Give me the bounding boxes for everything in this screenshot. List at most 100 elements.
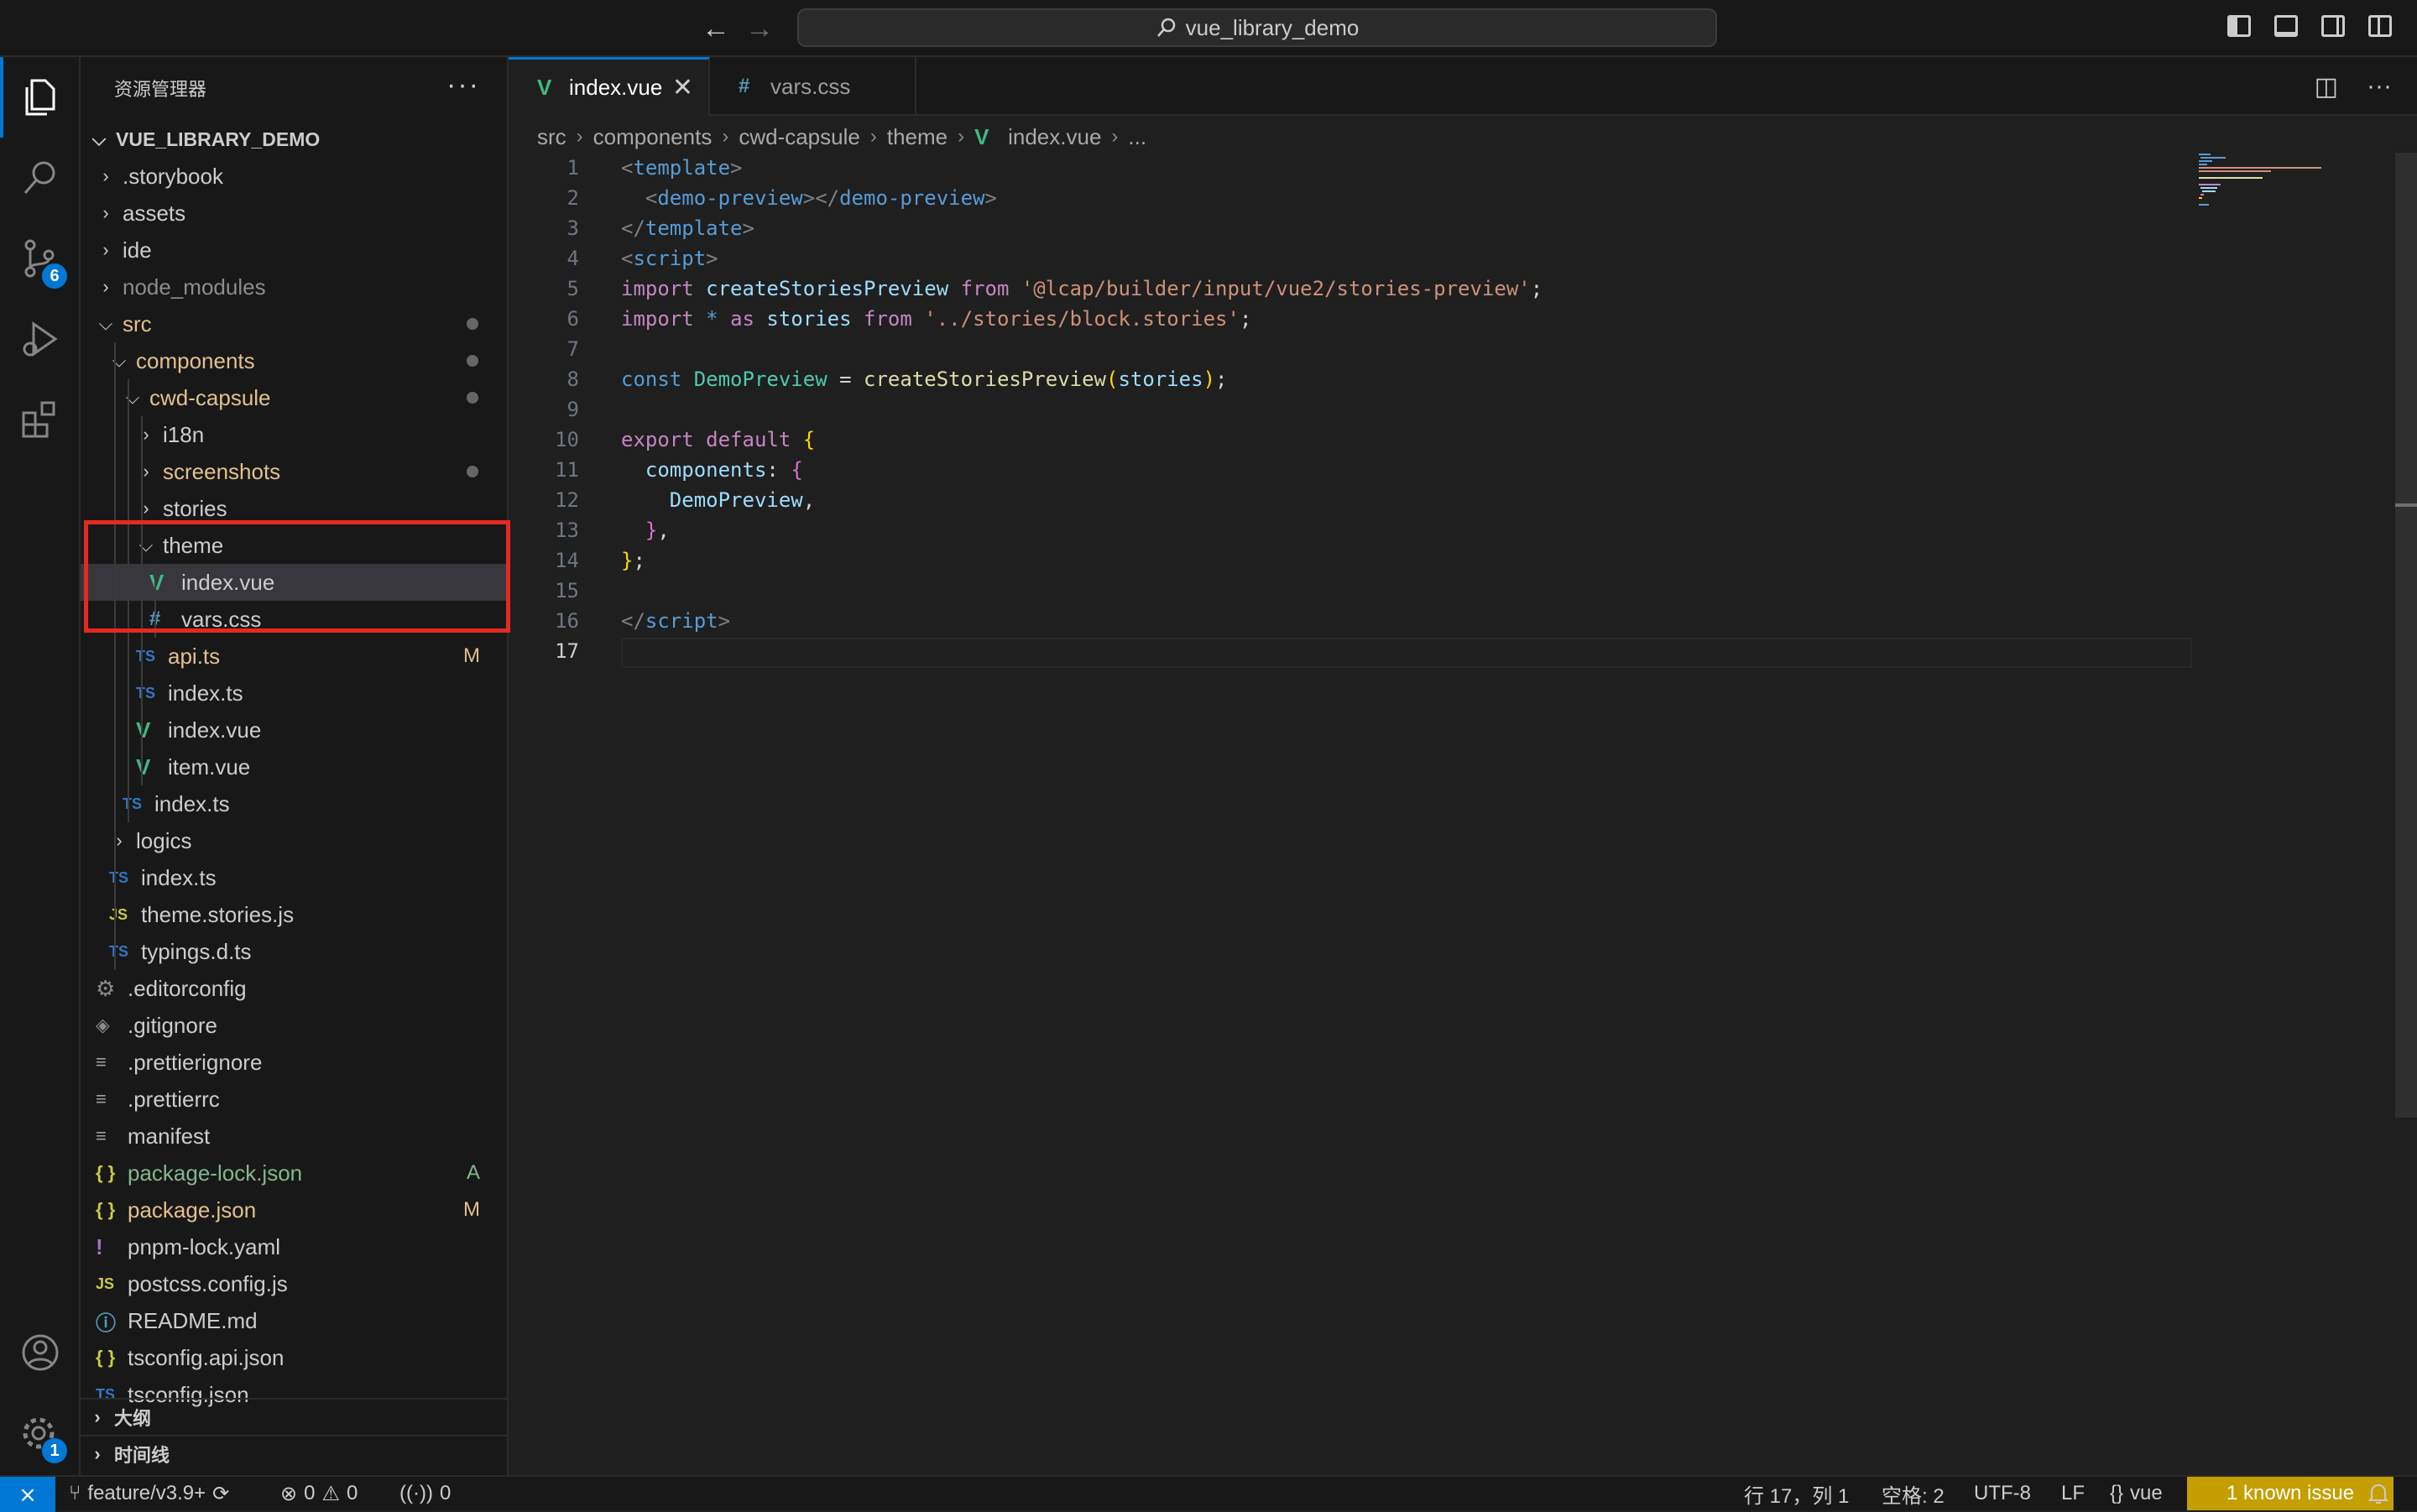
breadcrumb-item[interactable]: src [537,124,566,150]
indent-guide [141,638,143,675]
known-issue-indicator[interactable]: 1 known issue [2187,1477,2394,1510]
minimap[interactable] [2195,153,2363,220]
source-control-icon[interactable]: 6 [0,218,81,299]
toggle-secondary-sidebar-icon[interactable] [2321,15,2345,37]
tree-file[interactable]: ◈ .gitignore [81,1007,507,1044]
timeline-section[interactable]: › 时间线 [81,1435,507,1472]
modified-dot-icon [467,355,478,367]
problems-status[interactable]: ⊗ 0 ⚠ 0 [280,1477,358,1510]
ports-status[interactable]: ((·)) 0 [399,1477,451,1510]
search-icon [1156,18,1175,37]
toggle-panel-icon[interactable] [2274,15,2298,37]
tab-index-vue[interactable]: V index.vue ✕ [509,57,710,116]
tree-file[interactable]: ≡ manifest [81,1118,507,1155]
tree-file[interactable]: TS index.ts [81,675,507,712]
tree-folder[interactable]: › screenshots [81,453,507,490]
chevron-right-icon: › [722,125,729,148]
tree-file[interactable]: TS api.ts M [81,638,507,675]
toggle-primary-sidebar-icon[interactable] [2227,15,2251,37]
tree-file[interactable]: TS typings.d.ts [81,933,507,970]
account-icon[interactable] [0,1312,81,1393]
tree-file[interactable]: JS postcss.config.js [81,1265,507,1302]
tree-folder[interactable]: ⌵ components [81,342,507,379]
tree-folder[interactable]: › node_modules [81,269,507,305]
outline-section[interactable]: › 大纲 [81,1398,507,1435]
tree-folder[interactable]: › i18n [81,416,507,453]
tree-file[interactable]: { } package-lock.json A [81,1155,507,1191]
tree-item-label: i18n [163,421,205,447]
code-token: script [645,609,718,633]
tree-file[interactable]: TS index.ts [81,859,507,896]
broadcast-icon: ((·)) [399,1482,433,1504]
tree-file[interactable]: ⚙ .editorconfig [81,970,507,1007]
breadcrumb-item[interactable]: ... [1128,124,1146,150]
tree-folder[interactable]: ⌵ cwd-capsule [81,379,507,416]
breadcrumb-item[interactable]: components [593,124,713,150]
tree-file[interactable]: Vindex.vue [81,712,507,748]
tree-file[interactable]: ! pnpm-lock.yaml [81,1228,507,1265]
close-icon[interactable]: ✕ [672,73,693,102]
indent-guide [114,379,116,416]
encoding-status[interactable]: UTF-8 [1974,1477,2031,1510]
indent-guide [114,527,116,564]
tree-file[interactable]: Vindex.vue [81,564,507,601]
arrow-right-icon[interactable]: → [745,10,774,47]
bell-icon[interactable] [2368,1477,2388,1510]
vertical-scrollbar[interactable] [2395,153,2417,1118]
eol-status[interactable]: LF [2061,1477,2085,1510]
extensions-icon[interactable] [0,379,81,460]
explorer-icon[interactable] [0,57,81,138]
tree-file[interactable]: ⓘ README.md [81,1302,507,1339]
tree-file[interactable]: ≡ .prettierignore [81,1044,507,1081]
indent-guide [114,785,116,822]
manage-gear-icon[interactable]: 1 [0,1393,81,1473]
arrow-left-icon[interactable]: ← [702,10,730,47]
branch-status[interactable]: ⑂ feature/v3.9+ ⟳ [69,1477,229,1510]
tree-folder[interactable]: › assets [81,195,507,232]
tree-file[interactable]: { } tsconfig.api.json [81,1339,507,1376]
error-icon: ⊗ [280,1482,298,1505]
indent-guide [114,896,116,933]
customize-layout-icon[interactable] [2368,15,2392,37]
more-actions-icon[interactable]: ··· [2367,72,2392,102]
sync-icon: ⟳ [212,1482,230,1505]
remote-indicator-icon[interactable]: ⨯ [0,1477,55,1512]
code-editor[interactable]: 1 <template> 2 <demo-preview></demo-previe… [509,153,2187,740]
indent-guide [114,712,116,748]
more-actions-icon[interactable]: ··· [446,69,480,102]
code-text: <script> [621,247,718,270]
indent-guide [128,379,129,416]
split-editor-icon[interactable]: ◫ [2315,72,2338,102]
cursor-position[interactable]: 行 17，列 1 [1744,1477,1849,1510]
tree-file[interactable]: Vitem.vue [81,748,507,785]
tree-file[interactable]: { } package.json M [81,1191,507,1228]
tab-label: index.vue [569,75,663,100]
explorer-sidebar: 资源管理器 ··· ⌵ VUE_LIBRARY_DEMO › .storybook… [81,57,509,1475]
tree-file[interactable]: ≡ .prettierrc [81,1081,507,1118]
breadcrumb-item[interactable]: theme [887,124,947,150]
tree-folder[interactable]: › stories [81,490,507,527]
search-icon[interactable] [0,138,81,218]
tree-folder[interactable]: › logics [81,822,507,859]
tree-file[interactable]: #vars.css [81,601,507,638]
tree-file[interactable]: JS theme.stories.js [81,896,507,933]
tree-folder[interactable]: ⌵ src [81,305,507,342]
command-center-search[interactable]: vue_library_demo [797,8,1717,47]
indent-guide [114,342,116,379]
workspace-root[interactable]: ⌵ VUE_LIBRARY_DEMO [81,121,507,158]
tree-file[interactable]: TS index.ts [81,785,507,822]
run-debug-icon[interactable] [0,299,81,379]
breadcrumb-item[interactable]: index.vue [1008,124,1101,150]
indent-guide [128,490,129,527]
tree-item-label: stories [163,495,227,521]
code-token: from [960,277,1021,300]
indentation-status[interactable]: 空格: 2 [1882,1477,1945,1510]
line-number: 12 [555,488,579,512]
tree-folder[interactable]: ⌵ theme [81,527,507,564]
breadcrumb-item[interactable]: cwd-capsule [739,124,860,150]
tree-folder[interactable]: › ide [81,232,507,269]
tree-folder[interactable]: › .storybook [81,158,507,195]
tab-vars-css[interactable]: # vars.css [710,57,916,116]
language-mode[interactable]: {} vue [2110,1477,2163,1510]
